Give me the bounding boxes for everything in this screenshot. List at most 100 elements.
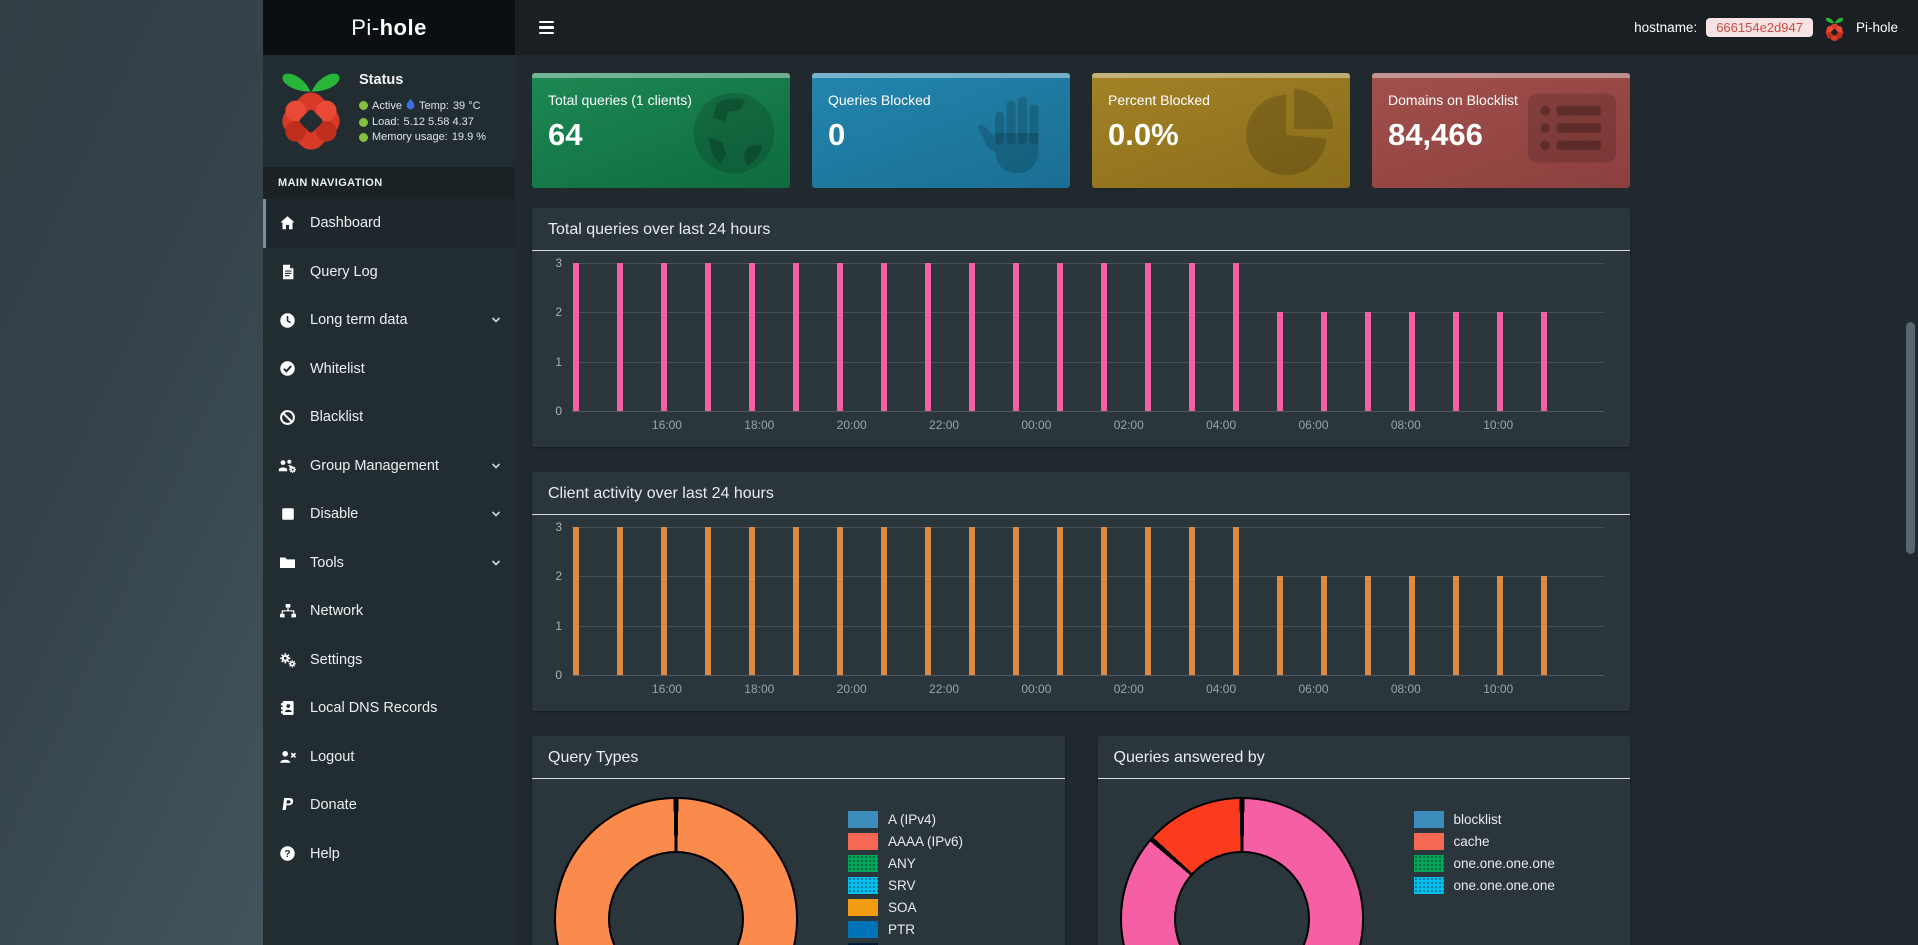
bar[interactable] [925,263,931,411]
bar[interactable] [1497,312,1503,411]
bar[interactable] [1101,527,1107,675]
bar[interactable] [749,263,755,411]
bar[interactable] [617,527,623,675]
nav-section-header: MAIN NAVIGATION [263,167,515,199]
legend-item[interactable]: cache [1413,833,1555,850]
sidebar-item-query-log[interactable]: Query Log [263,248,515,297]
bar[interactable] [1321,312,1327,411]
bar[interactable] [1541,312,1547,411]
bar[interactable] [793,263,799,411]
x-axis-labels: 16:00 18:00 20:00 22:00 00:00 02:00 04:00 06:00… [572,675,1604,701]
y-tick-label: 1 [555,618,562,633]
sidebar-item-long-term-data[interactable]: Long term data [263,296,515,345]
legend-label: AAAA (IPv6) [888,834,964,849]
sidebar-item-blacklist[interactable]: Blacklist [263,393,515,442]
legend-item[interactable]: one.one.one.one [1413,877,1555,894]
sidebar-item-label: Disable [310,506,359,523]
bar[interactable] [1321,576,1327,675]
app-logo[interactable]: Pi-hole [263,0,515,55]
panel-title: Queries answered by [1097,736,1630,779]
sidebar-item-donate[interactable]: Donate [263,781,515,830]
total-queries-card[interactable]: Total queries (1 clients) 64 [532,73,790,188]
bar[interactable] [1057,263,1063,411]
legend-item[interactable]: ANY [848,855,963,872]
bar[interactable] [1277,312,1283,411]
x-tick-label: 02:00 [1113,682,1144,696]
client-activity-bar-chart[interactable]: 3 2 1 0 [555,520,1604,682]
logo-text-bold: hole [379,14,427,40]
query-types-donut-chart[interactable] [554,797,798,945]
bar[interactable] [1233,527,1239,675]
bar[interactable] [1145,527,1151,675]
temp-label: Temp: [418,99,449,112]
total-queries-bar-chart[interactable]: 3 2 1 0 [555,256,1604,418]
bar[interactable] [749,527,755,675]
legend-item[interactable]: SRV [848,877,963,894]
bar[interactable] [1365,312,1371,411]
load-label: Load: [372,116,400,128]
bar[interactable] [837,263,843,411]
bar[interactable] [1233,263,1239,411]
x-tick-label: 20:00 [836,418,867,432]
clock-icon [277,312,298,329]
bar[interactable] [661,263,667,411]
sidebar-item-label: Network [310,603,364,620]
sidebar-item-dashboard[interactable]: Dashboard [263,199,515,248]
bar[interactable] [1453,576,1459,675]
bar[interactable] [1277,576,1283,675]
bar[interactable] [573,527,579,675]
queries-blocked-card[interactable]: Queries Blocked 0 [812,73,1070,188]
legend-item[interactable]: PTR [848,921,963,938]
bar[interactable] [1409,312,1415,411]
bar[interactable] [1541,576,1547,675]
bar[interactable] [573,263,579,411]
sidebar-item-disable[interactable]: Disable [263,490,515,539]
bar[interactable] [925,527,931,675]
sidebar-item-help[interactable]: ? Help [263,830,515,879]
bar[interactable] [969,527,975,675]
bar[interactable] [705,527,711,675]
bar[interactable] [793,527,799,675]
hamburger-icon[interactable] [535,15,558,40]
domains-blocklist-card[interactable]: Domains on Blocklist 84,466 [1372,73,1630,188]
legend-item[interactable]: blocklist [1413,811,1555,828]
legend-item[interactable]: one.one.one.one [1413,855,1555,872]
sidebar-item-whitelist[interactable]: Whitelist [263,345,515,394]
hostname-badge: 666154e2d947 [1706,18,1813,37]
y-tick-label: 3 [555,520,562,534]
bar[interactable] [705,263,711,411]
legend-label: blocklist [1453,812,1502,827]
sidebar-item-settings[interactable]: Settings [263,636,515,685]
sidebar-item-logout[interactable]: Logout [263,733,515,782]
bar[interactable] [881,527,887,675]
sidebar-item-local-dns-records[interactable]: Local DNS Records [263,684,515,733]
bar[interactable] [661,527,667,675]
bar[interactable] [1189,527,1195,675]
sidebar-item-tools[interactable]: Tools [263,539,515,588]
bar[interactable] [617,263,623,411]
legend-item[interactable]: AAAA (IPv6) [848,833,963,850]
bar[interactable] [1189,263,1195,411]
bar[interactable] [1409,576,1415,675]
queries-answered-donut-chart[interactable] [1119,797,1364,945]
bar[interactable] [1145,263,1151,411]
bar[interactable] [1497,576,1503,675]
percent-blocked-card[interactable]: Percent Blocked 0.0% [1092,73,1350,188]
bar[interactable] [1057,527,1063,675]
bar[interactable] [969,263,975,411]
bar[interactable] [1365,576,1371,675]
bar[interactable] [837,527,843,675]
bar[interactable] [1101,263,1107,411]
load-value: 5.12 5.58 4.37 [403,116,474,128]
sidebar-item-label: Group Management [310,457,439,474]
bar[interactable] [881,263,887,411]
legend-item[interactable]: SOA [848,899,963,916]
bar[interactable] [1013,263,1019,411]
bar[interactable] [1013,527,1019,675]
sidebar-item-network[interactable]: Network [263,587,515,636]
legend-item[interactable]: A (IPv4) [848,811,963,828]
bar[interactable] [1453,312,1459,411]
status-title: Status [359,72,404,88]
scrollbar-thumb[interactable] [1906,322,1915,554]
sidebar-item-group-management[interactable]: Group Management [263,442,515,491]
